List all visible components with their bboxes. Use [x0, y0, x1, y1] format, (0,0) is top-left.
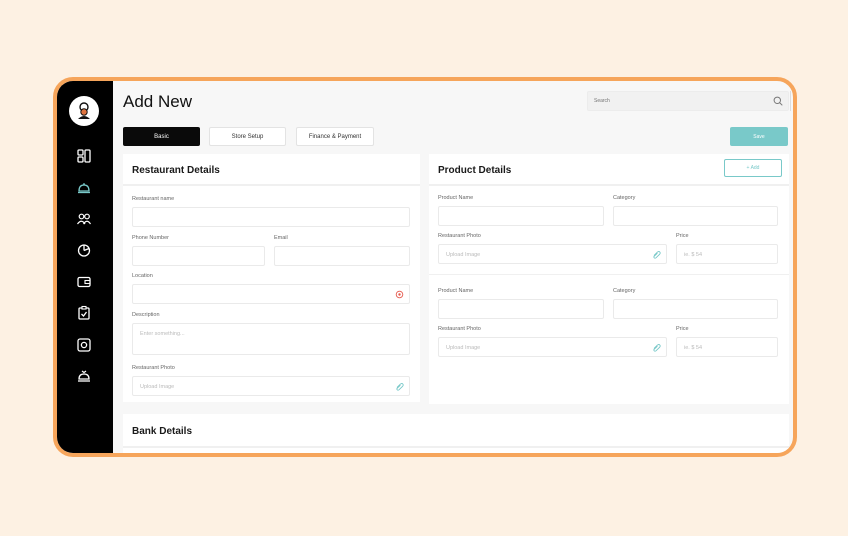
price-input[interactable]: ie. $ 54 [676, 337, 778, 357]
nav-delivery[interactable] [73, 365, 95, 387]
price-placeholder: ie. $ 54 [684, 345, 703, 351]
paperclip-icon[interactable] [395, 382, 404, 391]
description-textarea[interactable]: Enter something... [132, 323, 410, 355]
main-content: Add New Basic Store Setup Finance & Paym… [113, 81, 793, 453]
bank-details-card: Bank Details [123, 414, 789, 453]
upload-placeholder: Upload Image [140, 384, 175, 390]
email-label: Email [274, 235, 288, 241]
email-input[interactable] [274, 246, 410, 266]
product-name-input[interactable] [438, 299, 604, 319]
add-product-button[interactable]: + Add [724, 159, 782, 177]
nav-wallet[interactable] [73, 271, 95, 293]
dish-icon [78, 183, 90, 194]
product-details-title: Product Details [438, 165, 512, 176]
search-input[interactable] [587, 91, 789, 111]
users-icon [77, 213, 92, 225]
sidebar [57, 81, 113, 453]
product-photo-upload[interactable]: Upload Image [438, 337, 667, 357]
price-label: Price [676, 326, 689, 332]
upload-placeholder: Upload Image [446, 345, 481, 351]
restaurant-name-label: Restaurant name [132, 196, 175, 202]
restaurant-photo-upload[interactable]: Upload Image [132, 376, 410, 396]
bank-details-title: Bank Details [132, 426, 193, 437]
category-input[interactable] [613, 206, 778, 226]
header-divider [790, 91, 791, 111]
category-label: Category [613, 288, 636, 294]
restaurant-photo-label: Restaurant Photo [438, 326, 481, 332]
product-name-label: Product Name [438, 288, 474, 294]
category-label: Category [613, 195, 636, 201]
card-divider [123, 184, 420, 186]
grid-icon [77, 149, 91, 163]
product-details-card: Product Details + Add Product Name Categ… [429, 154, 789, 404]
nav-restaurants[interactable] [73, 177, 95, 199]
nav-users[interactable] [73, 208, 95, 230]
product-name-label: Product Name [438, 195, 474, 201]
location-pin-icon[interactable] [395, 290, 404, 299]
description-label: Description [132, 312, 160, 318]
nav-analytics[interactable] [73, 239, 95, 261]
wallet-icon [77, 276, 91, 288]
restaurant-details-card: Restaurant Details Restaurant name Phone… [123, 154, 420, 402]
location-label: Location [132, 273, 153, 279]
price-label: Price [676, 233, 689, 239]
logo[interactable] [69, 96, 99, 126]
nav-orders[interactable] [73, 302, 95, 324]
restaurant-details-title: Restaurant Details [132, 165, 220, 176]
card-divider [429, 184, 789, 186]
price-input[interactable]: ie. $ 54 [676, 244, 778, 264]
phone-number-label: Phone Number [132, 235, 169, 241]
delivery-icon [78, 370, 90, 382]
restaurant-photo-label: Restaurant Photo [132, 365, 175, 371]
tab-store-setup[interactable]: Store Setup [209, 127, 286, 146]
nav-dashboard[interactable] [73, 145, 95, 167]
paperclip-icon[interactable] [652, 250, 661, 259]
restaurant-photo-label: Restaurant Photo [438, 233, 481, 239]
save-button[interactable]: Save [730, 127, 788, 146]
app-window: Add New Basic Store Setup Finance & Paym… [53, 77, 797, 457]
card-divider [123, 446, 789, 448]
tab-basic[interactable]: Basic [123, 127, 200, 146]
nav-settings[interactable] [73, 334, 95, 356]
pie-chart-icon [77, 244, 91, 257]
category-input[interactable] [613, 299, 778, 319]
product-name-input[interactable] [438, 206, 604, 226]
clipboard-check-icon [78, 305, 90, 320]
description-placeholder: Enter something... [140, 331, 185, 337]
settings-icon [77, 338, 91, 352]
location-input[interactable] [132, 284, 410, 304]
tab-finance-payment[interactable]: Finance & Payment [296, 127, 374, 146]
restaurant-name-input[interactable] [132, 207, 410, 227]
price-placeholder: ie. $ 54 [684, 252, 703, 258]
phone-number-input[interactable] [132, 246, 265, 266]
product-photo-upload[interactable]: Upload Image [438, 244, 667, 264]
chef-logo-icon [78, 102, 90, 119]
search-icon[interactable] [773, 96, 783, 106]
upload-placeholder: Upload Image [446, 252, 481, 258]
product-divider [429, 274, 789, 275]
paperclip-icon[interactable] [652, 343, 661, 352]
page-title: Add New [123, 92, 192, 111]
